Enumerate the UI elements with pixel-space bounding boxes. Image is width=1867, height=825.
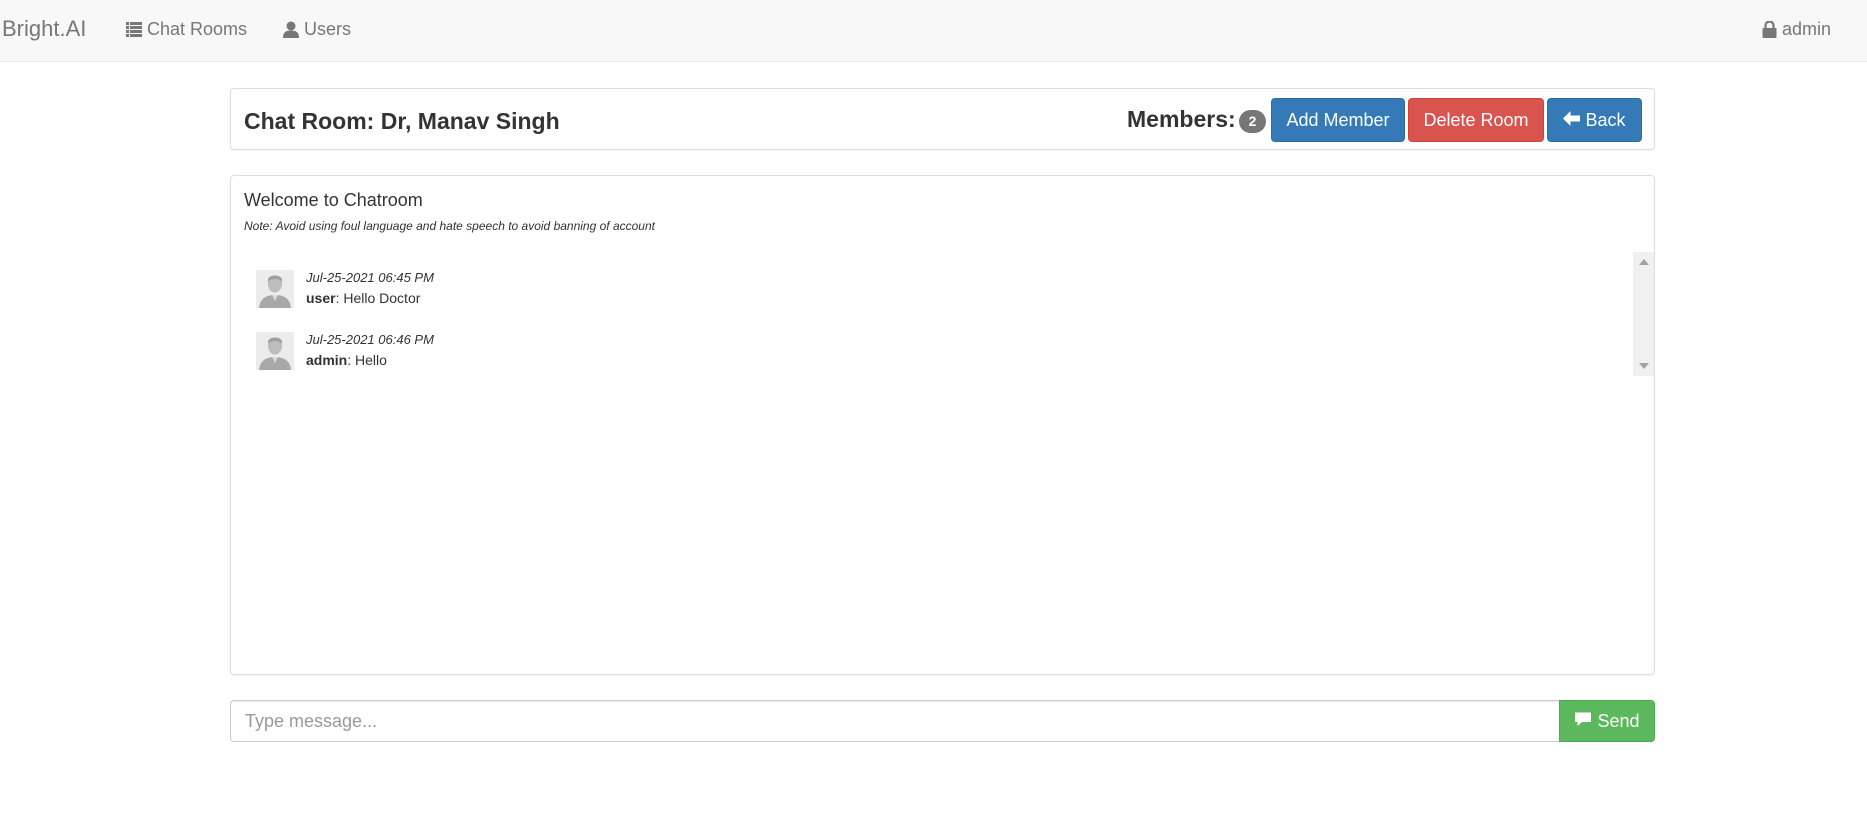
account-username: admin	[1782, 19, 1832, 39]
room-header-panel: Chat Room: Dr, Manav Singh Members: 2 Ad…	[230, 88, 1655, 150]
scroll-up-arrow-icon[interactable]	[1639, 259, 1649, 265]
nav-users-label: Users	[304, 19, 352, 39]
add-member-button[interactable]: Add Member	[1271, 98, 1405, 142]
top-navbar: Bright.AI Chat Rooms Users admin	[0, 0, 1867, 62]
send-button[interactable]: Send	[1559, 700, 1655, 742]
message-input[interactable]	[230, 700, 1560, 742]
list-item: Jul-25-2021 06:46 PM admin: Hello	[256, 332, 1156, 376]
message-text: Hello Doctor	[343, 290, 421, 306]
avatar	[256, 332, 294, 370]
nav-chat-rooms-link[interactable]: Chat Rooms	[126, 19, 247, 40]
message-list[interactable]: Jul-25-2021 06:45 PM user: Hello Doctor …	[231, 252, 1654, 376]
brand-logo-link[interactable]: Bright.AI	[2, 16, 86, 42]
lock-icon	[1762, 21, 1777, 38]
message-author: admin	[306, 352, 348, 368]
members-label: Members:	[1127, 106, 1236, 132]
message-body: admin: Hello	[306, 352, 387, 368]
back-button[interactable]: Back	[1547, 98, 1642, 142]
message-composer: Send	[230, 700, 1655, 742]
user-icon	[283, 21, 299, 38]
nav-users-link[interactable]: Users	[283, 19, 351, 40]
message-body: user: Hello Doctor	[306, 290, 420, 306]
message-text: Hello	[355, 352, 387, 368]
message-author: user	[306, 290, 336, 306]
list-item: Jul-25-2021 06:45 PM user: Hello Doctor	[256, 270, 1156, 314]
add-member-label: Add Member	[1286, 110, 1390, 130]
send-label: Send	[1597, 711, 1640, 731]
message-timestamp: Jul-25-2021 06:45 PM	[306, 270, 434, 285]
list-icon	[126, 22, 142, 37]
back-label: Back	[1585, 110, 1626, 130]
page-title: Chat Room: Dr, Manav Singh	[244, 108, 560, 134]
scroll-down-arrow-icon[interactable]	[1639, 363, 1649, 369]
nav-chat-rooms-label: Chat Rooms	[147, 19, 248, 39]
message-timestamp: Jul-25-2021 06:46 PM	[306, 332, 434, 347]
delete-room-button[interactable]: Delete Room	[1408, 98, 1544, 142]
comment-icon	[1574, 700, 1592, 742]
avatar	[256, 270, 294, 308]
arrow-left-icon	[1563, 99, 1581, 141]
welcome-heading: Welcome to Chatroom	[244, 190, 423, 210]
chat-rules-note: Note: Avoid using foul language and hate…	[244, 219, 655, 233]
message-list-scrollbar[interactable]	[1633, 252, 1654, 376]
delete-room-label: Delete Room	[1423, 110, 1529, 130]
account-menu-link[interactable]: admin	[1762, 19, 1831, 40]
message-separator: :	[347, 352, 356, 368]
chat-panel: Welcome to Chatroom Note: Avoid using fo…	[230, 175, 1655, 675]
member-count-badge: 2	[1239, 110, 1266, 133]
